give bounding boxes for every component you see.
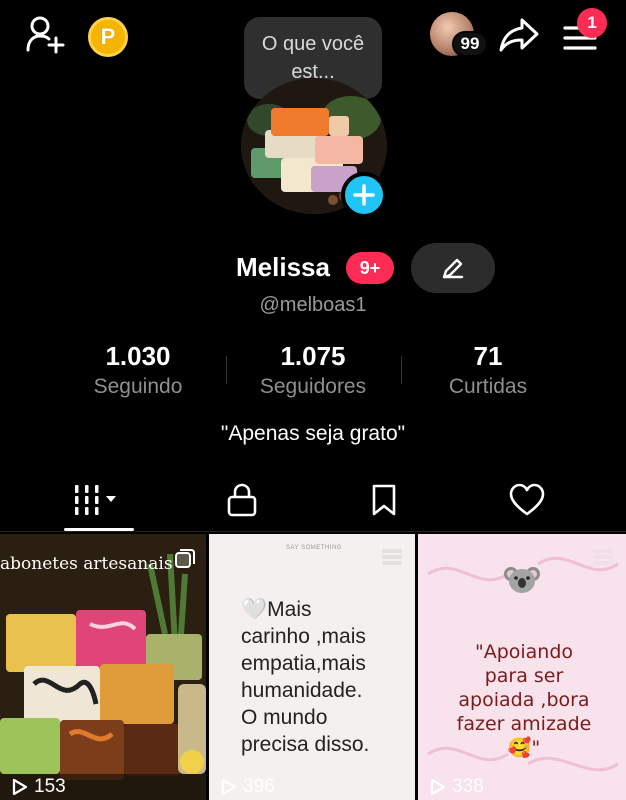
- stat-following[interactable]: 1.030 Seguindo: [53, 340, 223, 401]
- video-3-views: 338: [430, 776, 484, 798]
- stat-followers-label: Seguidores: [259, 375, 367, 398]
- video-2-view-count: 396: [243, 776, 275, 797]
- video-3-text: "Apoiando para ser apoiada ,bora fazer a…: [436, 640, 612, 760]
- profile-badge: 9+: [346, 252, 394, 284]
- video-thumbnail-2[interactable]: SAY SOMETHING 🤍Mais carinho ,mais empati…: [209, 534, 415, 800]
- add-friend-icon[interactable]: [24, 14, 66, 61]
- video-1-title: abonetes artesanais: [0, 554, 173, 574]
- coin-icon[interactable]: P: [88, 17, 128, 57]
- video-2-line: carinho ,mais: [241, 625, 366, 648]
- stat-following-value: 1.030: [105, 341, 171, 371]
- stat-divider: [226, 356, 227, 384]
- stat-likes[interactable]: 71 Curtidas: [403, 340, 573, 401]
- video-2-line: 🤍Mais: [241, 598, 312, 621]
- video-2-line: precisa disso.: [241, 733, 370, 756]
- pencil-icon: [442, 258, 464, 279]
- video-2-line: empatia,mais: [241, 652, 366, 675]
- multi-photo-icon: [175, 549, 195, 568]
- stat-divider: [401, 356, 402, 384]
- video-3-line: 🥰": [507, 737, 541, 759]
- tab-divider: [0, 531, 626, 532]
- lock-icon: [227, 483, 257, 517]
- coin-letter: P: [100, 24, 116, 49]
- stat-followers[interactable]: 1.075 Seguidores: [228, 340, 398, 401]
- video-3-line: para ser: [484, 665, 564, 687]
- video-2-text: 🤍Mais carinho ,mais empatia,mais humanid…: [241, 596, 411, 758]
- video-3-line: fazer amizade: [456, 713, 592, 735]
- share-icon[interactable]: [498, 16, 540, 59]
- stat-followers-value: 1.075: [280, 341, 346, 371]
- tab-liked[interactable]: [449, 478, 605, 522]
- video-2-views: 396: [221, 776, 275, 798]
- stat-following-label: Seguindo: [93, 375, 183, 398]
- profile-bio: "Apenas seja grato": [220, 422, 406, 445]
- tab-saved[interactable]: [306, 478, 462, 522]
- stat-likes-label: Curtidas: [448, 375, 528, 398]
- play-icon: [430, 778, 446, 796]
- video-2-line: O mundo: [241, 706, 328, 729]
- video-2-line: humanidade.: [241, 679, 363, 702]
- video-1-views: 153: [12, 776, 66, 798]
- video-thumbnail-1[interactable]: abonetes artesanais 153: [0, 534, 206, 800]
- stat-likes-value: 71: [473, 341, 503, 371]
- video-thumbnail-3[interactable]: "Apoiando para ser apoiada ,bora fazer a…: [418, 534, 626, 800]
- tab-videos[interactable]: [21, 478, 177, 522]
- play-icon: [12, 778, 28, 796]
- bookmark-icon: [372, 484, 396, 516]
- edit-profile-button[interactable]: [411, 243, 495, 293]
- heart-icon: [509, 483, 545, 516]
- friends-count-badge: 99: [452, 31, 488, 57]
- add-story-button[interactable]: [341, 172, 387, 218]
- profile-name: Melissa: [236, 252, 330, 282]
- video-3-line: "Apoiando: [474, 641, 574, 663]
- profile-username: @melboas1: [259, 294, 367, 316]
- play-icon: [221, 778, 237, 796]
- video-1-view-count: 153: [34, 776, 66, 797]
- video-2-tag: SAY SOMETHING: [286, 545, 342, 551]
- grid-icon: [75, 485, 116, 515]
- koala-icon: [504, 567, 540, 593]
- video-3-view-count: 338: [452, 776, 484, 797]
- plus-icon: [353, 184, 375, 206]
- drafts-icon: [382, 549, 402, 565]
- video-3-line: apoiada ,bora: [458, 689, 590, 711]
- tab-private[interactable]: [164, 478, 320, 522]
- drafts-icon: [593, 549, 613, 565]
- menu-notification-badge: 1: [577, 8, 607, 38]
